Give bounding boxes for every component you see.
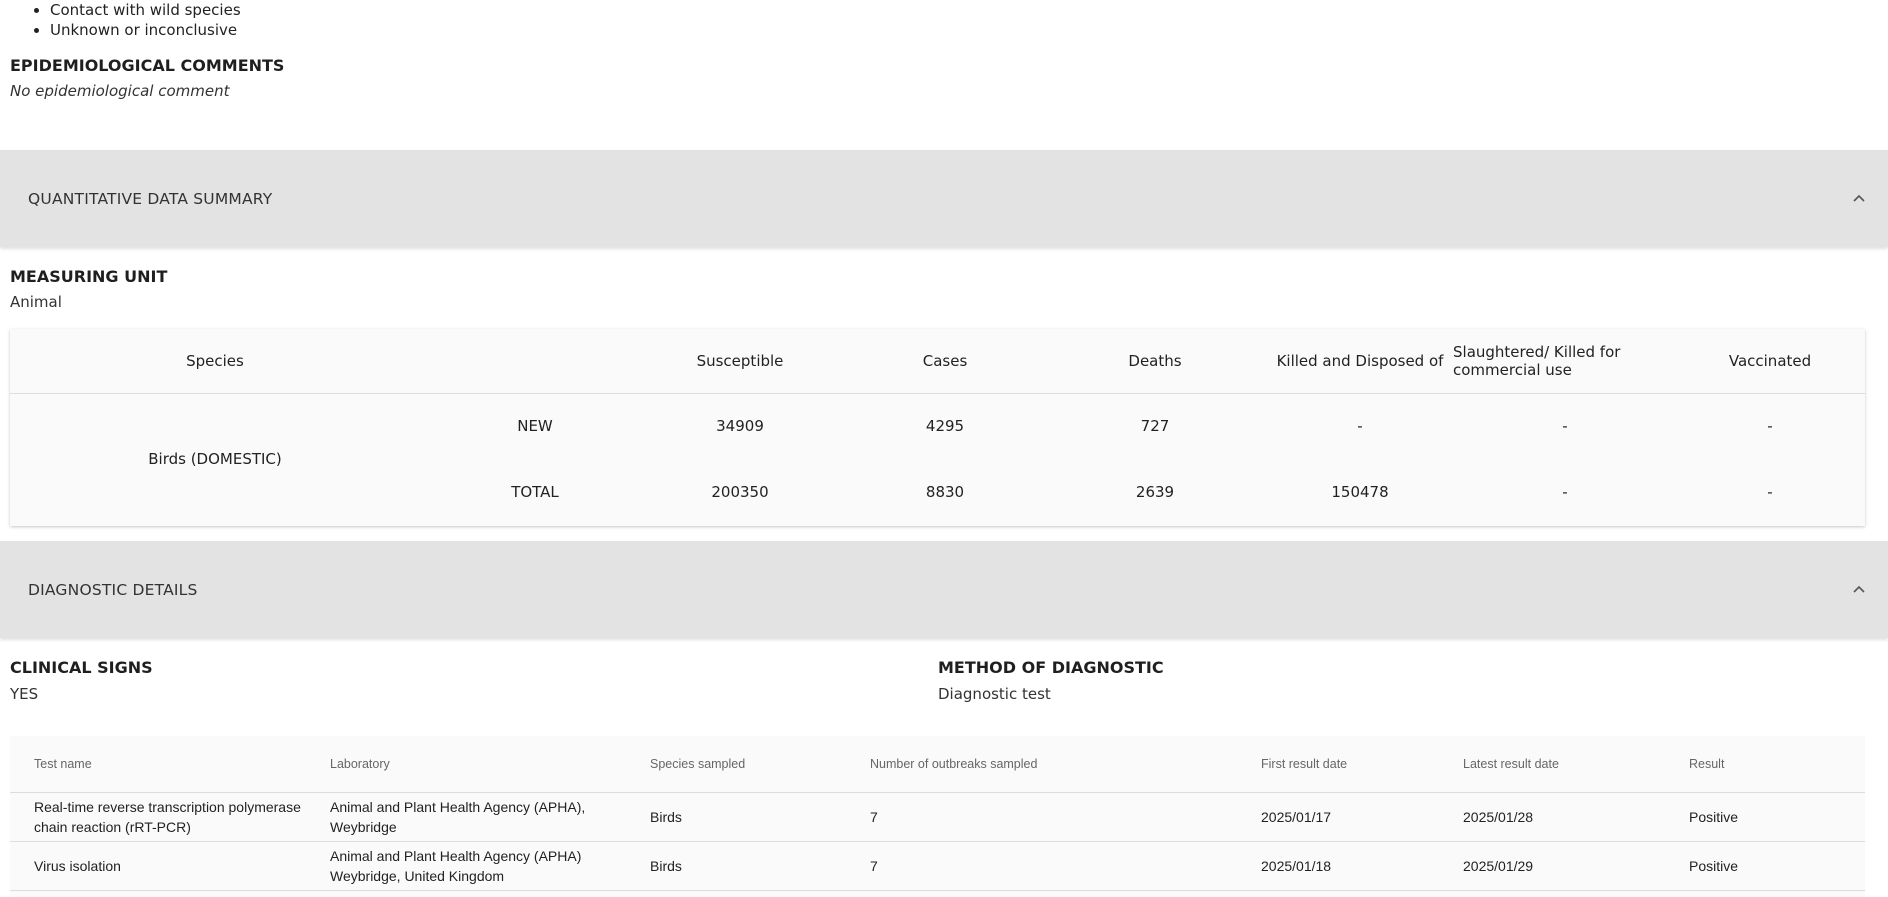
method-of-diagnostic-value: Diagnostic test [938,685,1051,703]
column-header-deaths: Deaths [1128,352,1182,370]
section-title: METHOD OF DIAGNOSTIC [938,658,1164,677]
column-header-cases: Cases [922,352,968,370]
total-slaughtered: - [1562,483,1568,501]
species-sampled: Birds [650,809,682,825]
epidemiological-comment-value: No epidemiological comment [10,82,230,100]
laboratory: Animal and Plant Health Agency (APHA) We… [330,848,582,884]
first-result-date: 2025/01/17 [1261,809,1332,825]
first-result-date: 2025/01/18 [1261,858,1332,874]
table-header: Test name Laboratory Species sampled Num… [10,736,1865,793]
new-slaughtered: - [1562,417,1568,435]
laboratory: Animal and Plant Health Agency (APHA), W… [330,799,586,835]
outbreaks-sampled: 7 [870,809,878,825]
species-sampled: Birds [650,858,682,874]
column-header-test-name: Test name [34,757,92,771]
quantitative-data-table: Species Susceptible Cases Deaths Killed … [10,329,1865,526]
column-header-species-sampled: Species sampled [650,757,746,771]
test-name: Real-time reverse transcription polymera… [34,799,301,835]
test-name: Virus isolation [34,858,121,874]
column-header-slaughtered: Slaughtered/ Killed for commercial use [1453,343,1621,379]
new-killed-disposed: - [1357,417,1363,435]
table-header: Species Susceptible Cases Deaths Killed … [10,329,1865,394]
method-of-diagnostic: METHOD OF DIAGNOSTIC Diagnostic test [938,658,1164,703]
column-header-first-result-date: First result date [1261,757,1348,771]
column-header-susceptible: Susceptible [696,352,784,370]
measuring-unit-value: Animal [10,293,62,311]
panel-title: DIAGNOSTIC DETAILS [28,580,198,599]
latest-result-date: 2025/01/28 [1463,809,1534,825]
new-susceptible: 34909 [716,417,764,435]
latest-result-date: 2025/01/29 [1463,858,1534,874]
total-vaccinated: - [1767,483,1773,501]
new-deaths: 727 [1140,417,1170,435]
total-susceptible: 200350 [711,483,769,501]
quantitative-summary-panel-header[interactable]: QUANTITATIVE DATA SUMMARY [0,150,1888,247]
total-killed-disposed: 150478 [1331,483,1389,501]
section-title: MEASURING UNIT [10,267,168,286]
table-row: Virus isolation Animal and Plant Health … [10,842,1865,891]
column-header-outbreaks-sampled: Number of outbreaks sampled [870,757,1038,771]
table-row: Real-time reverse transcription polymera… [10,793,1865,842]
transmission-source-list: Contact with wild species Unknown or inc… [0,0,1888,40]
list-item: Contact with wild species [50,0,1888,20]
column-header-vaccinated: Vaccinated [1728,352,1812,370]
list-item: Unknown or inconclusive [50,20,1888,40]
column-header-result: Result [1689,757,1725,771]
panel-title: QUANTITATIVE DATA SUMMARY [28,189,273,208]
column-header-killed-disposed: Killed and Disposed of [1276,352,1444,370]
section-title: EPIDEMIOLOGICAL COMMENTS [10,56,285,75]
result: Positive [1689,809,1739,825]
epidemiological-comments: EPIDEMIOLOGICAL COMMENTS No epidemiologi… [10,56,284,100]
new-vaccinated: - [1767,417,1773,435]
measuring-unit: MEASURING UNIT Animal [10,267,167,311]
column-header-laboratory: Laboratory [330,757,390,771]
clinical-signs-value: YES [10,685,39,703]
diagnostic-tests-table: Test name Laboratory Species sampled Num… [10,736,1865,897]
clinical-signs: CLINICAL SIGNS YES [10,658,153,703]
species-name: Birds (DOMESTIC) [148,450,282,468]
outbreaks-sampled: 7 [870,858,878,874]
new-cases: 4295 [925,417,965,435]
total-cases: 8830 [925,483,965,501]
column-header-species: Species [186,352,244,370]
diagnostic-details-panel-header[interactable]: DIAGNOSTIC DETAILS [0,541,1888,638]
total-deaths: 2639 [1135,483,1175,501]
row-label-total: TOTAL [511,483,559,501]
chevron-up-icon[interactable] [1850,581,1868,599]
column-header-latest-result-date: Latest result date [1463,757,1559,771]
result: Positive [1689,858,1739,874]
section-title: CLINICAL SIGNS [10,658,153,677]
row-label-new: NEW [517,417,553,435]
chevron-up-icon[interactable] [1850,190,1868,208]
